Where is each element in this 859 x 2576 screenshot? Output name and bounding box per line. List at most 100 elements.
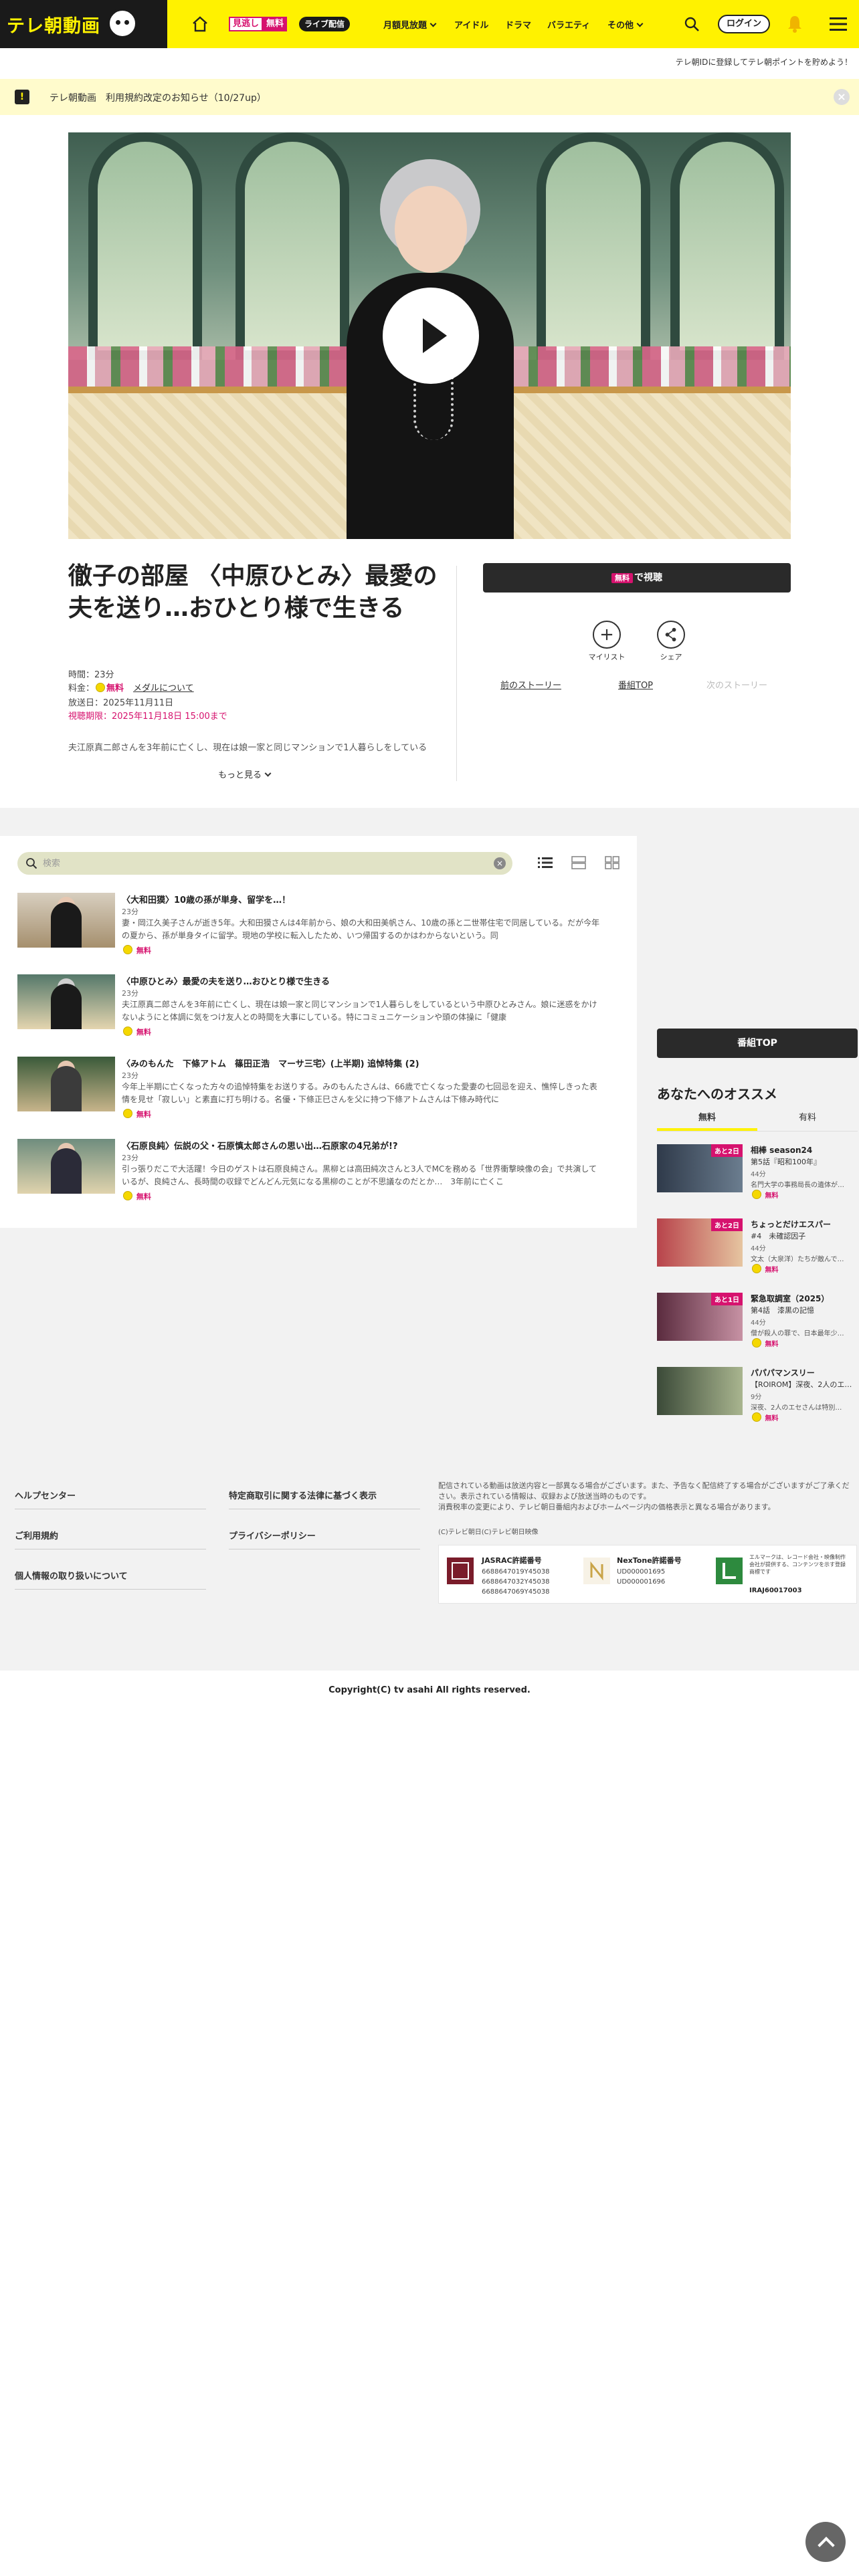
episode-thumbnail: [17, 1057, 115, 1111]
next-story-link: 次のストーリー: [706, 681, 768, 691]
footer-divider: [15, 1589, 206, 1590]
share-label: シェア: [660, 653, 682, 661]
nav-subscription[interactable]: 月額見放題: [383, 18, 437, 31]
footer-link-help[interactable]: ヘルプセンター: [15, 1489, 76, 1501]
prev-story-link[interactable]: 前のストーリー: [500, 678, 561, 691]
bell-icon[interactable]: [787, 14, 803, 33]
recommend-free: 無料: [751, 1264, 778, 1274]
catchup-free-link[interactable]: 見逃し 無料: [229, 17, 288, 31]
episode-list-item[interactable]: 〈大和田獏〉10歳の孫が単身、留学を…！ 23分 妻・岡江久美子さんが逝き5年。…: [17, 893, 619, 960]
nextone-number: UD000001695: [617, 1568, 666, 1576]
days-left-badge: あと2日: [711, 1218, 743, 1231]
nextone-title: NexTone許諾番号: [617, 1556, 682, 1565]
live-link[interactable]: ライブ配信: [299, 17, 351, 31]
coin-icon: [123, 1191, 132, 1200]
program-top-link[interactable]: 番組TOP: [618, 678, 653, 691]
video-player[interactable]: [68, 132, 791, 539]
episode-item-desc: 夫江原真二郎さんを3年前に亡くし、現在は娘一家と同じマンションで1人暮らしをして…: [122, 1000, 597, 1022]
nav-other[interactable]: その他: [607, 18, 644, 31]
recommend-subtitle: 第5話『昭和100年』: [751, 1158, 821, 1166]
site-logo[interactable]: テレ朝動画: [0, 0, 167, 48]
episode-item-desc: 妻・岡江久美子さんが逝き5年。大和田獏さんは4年前から、娘の大和田美帆さん、10…: [122, 918, 600, 940]
recommend-desc: 僧が殺人の罪で、日本最年少…: [751, 1330, 844, 1337]
catchup-label: 見逃し: [229, 17, 264, 31]
footer-link-terms[interactable]: ご利用規約: [15, 1529, 58, 1541]
nav-drama[interactable]: ドラマ: [505, 18, 531, 31]
coin-icon: [752, 1412, 761, 1422]
search-icon[interactable]: [684, 16, 700, 32]
copyright: Copyright(C) tv asahi All rights reserve…: [328, 1685, 531, 1695]
mylist-plus-icon[interactable]: [593, 621, 621, 649]
coin-icon: [752, 1190, 761, 1199]
notice-icon: !: [15, 90, 29, 104]
recommend-thumbnail: [657, 1367, 743, 1415]
episode-item-duration: 23分: [122, 1071, 138, 1080]
search-icon: [26, 858, 37, 869]
episode-title: 徹子の部屋 〈中原ひとみ〉最愛の夫を送り…おひとり様で生きる: [68, 562, 438, 622]
episode-item-free: 無料: [122, 1191, 151, 1202]
clear-icon[interactable]: ×: [494, 857, 506, 869]
episode-description: 夫江原真二郎さんを3年前に亡くし、現在は娘一家と同じマンションで1人暮らしをして…: [68, 743, 427, 753]
notice-bar: ! テレ朝動画 利用規約改定のお知らせ（10/27up） ×: [0, 79, 859, 115]
nav-idol[interactable]: アイドル: [454, 18, 488, 31]
point-promo-link[interactable]: テレ朝IDに登録してテレ朝ポイントを貯めよう！: [676, 56, 852, 68]
episode-air-date: 放送日：2025年11月11日: [68, 698, 174, 708]
episode-thumbnail: [17, 893, 115, 948]
card-view-icon[interactable]: [571, 856, 586, 869]
play-button-icon[interactable]: [383, 288, 479, 384]
episode-item-title: 〈みのもんた 下條アトム 篠田正浩 マーサ三宅〉(上半期) 追悼特集 (2): [122, 1059, 419, 1069]
login-button[interactable]: ログイン: [718, 15, 770, 33]
recommend-title: 緊急取調室（2025）: [751, 1294, 830, 1303]
coin-icon: [752, 1338, 761, 1348]
grid-view-icon[interactable]: [605, 856, 619, 869]
watch-label: で視聴: [634, 572, 662, 583]
share-icon[interactable]: [657, 621, 685, 649]
footer-link-commerce-law[interactable]: 特定商取引に関する法律に基づく表示: [229, 1489, 377, 1501]
nextone-number: UD000001696: [617, 1578, 666, 1586]
episode-fee: 料金： 無料 メダルについて: [68, 681, 194, 693]
l-mark-icon: [716, 1558, 743, 1584]
footer-link-privacy-policy[interactable]: プライバシーポリシー: [229, 1529, 316, 1541]
medal-info-link[interactable]: メダルについて: [133, 683, 194, 693]
recommend-subtitle: #4 未確認因子: [751, 1232, 806, 1241]
recommend-desc: 深夜、2人のエセさんは特別…: [751, 1404, 842, 1412]
home-icon[interactable]: [191, 16, 209, 32]
hamburger-menu-icon[interactable]: [830, 17, 847, 31]
episode-item-free: 無料: [122, 945, 151, 956]
coin-icon: [123, 945, 132, 954]
close-icon[interactable]: ×: [834, 89, 850, 105]
recommend-item[interactable]: あと1日 緊急取調室（2025） 第4話 漆黒の記憶 44分 僧が殺人の罪で、日…: [657, 1293, 858, 1357]
mylist-label: マイリスト: [588, 653, 626, 661]
scroll-to-top-icon[interactable]: [805, 2522, 846, 2562]
nextone-logo-icon: [583, 1558, 610, 1584]
recommend-duration: 44分: [751, 1245, 766, 1253]
recommend-item[interactable]: あと2日 相棒 season24 第5話『昭和100年』 44分 名門大学の事務…: [657, 1144, 858, 1208]
notice-link[interactable]: テレ朝動画 利用規約改定のお知らせ（10/27up）: [50, 91, 266, 104]
list-view-icon[interactable]: [538, 856, 553, 869]
episode-item-title: 〈大和田獏〉10歳の孫が単身、留学を…！: [122, 895, 291, 905]
nav-variety[interactable]: バラエティ: [547, 18, 590, 31]
footer-link-privacy-handling[interactable]: 個人情報の取り扱いについて: [15, 1569, 128, 1582]
watch-free-button[interactable]: 無料 で視聴: [483, 563, 791, 593]
jasrac-title: JASRAC許諾番号: [482, 1556, 542, 1565]
divider: [456, 566, 457, 781]
show-more-button[interactable]: もっと見る: [218, 768, 272, 780]
footer-small-copyright: (C)テレビ朝日(C)テレビ朝日映像: [438, 1529, 539, 1536]
episode-list-item[interactable]: 〈石原良純〉伝説の父・石原慎太郎さんの思い出…石原家の4兄弟が!? 23分 引っ…: [17, 1139, 619, 1206]
program-top-button[interactable]: 番組TOP: [657, 1029, 858, 1058]
episode-item-free: 無料: [122, 1109, 151, 1119]
mascot-icon: [107, 8, 138, 39]
recommend-duration: 44分: [751, 1319, 766, 1327]
l-mark-description: エルマークは、レコード会社・映像制作会社が提供する、コンテンツを示す登録商標です: [749, 1554, 846, 1575]
jasrac-number: 6688647019Y45038: [482, 1568, 550, 1576]
tab-free[interactable]: 無料: [657, 1110, 757, 1131]
recommend-thumbnail: あと1日: [657, 1293, 743, 1341]
recommend-item[interactable]: パパパマンスリー 【ROIROM】深夜、2人のエ… 9分 深夜、2人のエセさんは…: [657, 1367, 858, 1431]
search-input[interactable]: [43, 852, 471, 875]
days-left-badge: あと2日: [711, 1144, 743, 1157]
episode-item-title: 〈石原良純〉伝説の父・石原慎太郎さんの思い出…石原家の4兄弟が!?: [122, 1142, 398, 1152]
recommend-item[interactable]: あと2日 ちょっとだけエスパー #4 未確認因子 44分 文太（大泉洋）たちが敵…: [657, 1218, 858, 1283]
episode-list-item[interactable]: 〈みのもんた 下條アトム 篠田正浩 マーサ三宅〉(上半期) 追悼特集 (2) 2…: [17, 1057, 619, 1123]
tab-paid[interactable]: 有料: [757, 1110, 858, 1128]
episode-list-item[interactable]: 〈中原ひとみ〉最愛の夫を送り…おひとり様で生きる 23分 夫江原真二郎さんを3年…: [17, 974, 619, 1041]
